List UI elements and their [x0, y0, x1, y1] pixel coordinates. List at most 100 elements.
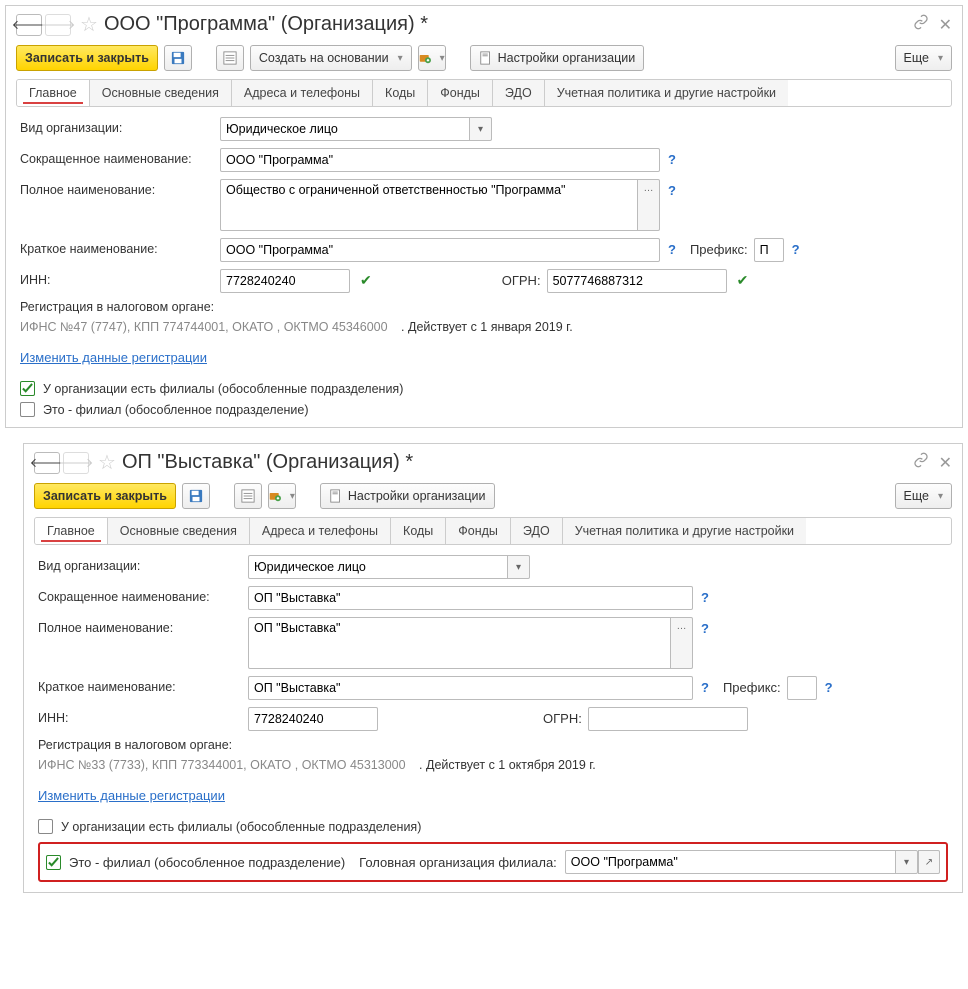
- reg-header: Регистрация в налоговом органе:: [38, 738, 948, 752]
- help-icon[interactable]: ?: [701, 617, 709, 636]
- help-icon[interactable]: ?: [792, 238, 800, 257]
- short-name-input[interactable]: [248, 586, 693, 610]
- is-branch-checkbox[interactable]: [46, 855, 61, 870]
- reg-body: ИФНС №47 (7747), КПП 774744001, ОКАТО , …: [20, 320, 388, 334]
- brief-name-input[interactable]: [220, 238, 660, 262]
- org-type-label: Вид организации:: [20, 117, 220, 135]
- org-settings-label: Настройки организации: [498, 51, 636, 65]
- more-button[interactable]: Еще: [895, 45, 952, 71]
- close-icon[interactable]: ✕: [939, 453, 952, 473]
- tab-edo[interactable]: ЭДО: [493, 80, 545, 106]
- tab-codes[interactable]: Коды: [373, 80, 428, 106]
- is-branch-checkbox[interactable]: [20, 402, 35, 417]
- help-icon[interactable]: ?: [668, 148, 676, 167]
- parent-org-dropdown[interactable]: ▾: [896, 850, 918, 874]
- forward-button[interactable]: 🡒: [45, 14, 71, 36]
- brief-name-label: Краткое наименование:: [38, 676, 248, 694]
- tab-basic-info[interactable]: Основные сведения: [90, 80, 232, 106]
- tab-funds[interactable]: Фонды: [446, 518, 511, 544]
- inn-label: ИНН:: [20, 269, 220, 287]
- back-button[interactable]: 🡐: [34, 452, 60, 474]
- link-icon[interactable]: [913, 14, 929, 35]
- list-button[interactable]: [216, 45, 244, 71]
- tab-codes[interactable]: Коды: [391, 518, 446, 544]
- save-button[interactable]: [182, 483, 210, 509]
- full-name-expand[interactable]: …: [671, 617, 693, 669]
- has-branches-checkbox[interactable]: [38, 819, 53, 834]
- ogrn-input[interactable]: [547, 269, 727, 293]
- folder-dropdown-button[interactable]: [268, 483, 296, 509]
- full-name-textarea[interactable]: [220, 179, 638, 231]
- favorite-star-icon[interactable]: ☆: [80, 12, 98, 37]
- back-button[interactable]: 🡐: [16, 14, 42, 36]
- org-type-label: Вид организации:: [38, 555, 248, 573]
- tab-main[interactable]: Главное: [17, 80, 90, 106]
- short-name-label: Сокращенное наименование:: [38, 586, 248, 604]
- full-name-label: Полное наименование:: [38, 617, 248, 635]
- ogrn-label: ОГРН:: [543, 707, 582, 726]
- tab-bar: Главное Основные сведения Адреса и телеф…: [16, 79, 952, 107]
- tab-addresses[interactable]: Адреса и телефоны: [232, 80, 373, 106]
- ogrn-label: ОГРН:: [502, 269, 541, 288]
- check-ok-icon: ✔: [360, 269, 372, 289]
- help-icon[interactable]: ?: [668, 179, 676, 198]
- short-name-input[interactable]: [220, 148, 660, 172]
- ogrn-input[interactable]: [588, 707, 748, 731]
- forward-button[interactable]: 🡒: [63, 452, 89, 474]
- prefix-label: Префикс:: [690, 238, 748, 257]
- window-title: ООО "Программа" (Организация) *: [104, 13, 428, 36]
- tab-policy[interactable]: Учетная политика и другие настройки: [563, 518, 806, 544]
- help-icon[interactable]: ?: [701, 586, 709, 605]
- tab-basic-info[interactable]: Основные сведения: [108, 518, 250, 544]
- org-type-dropdown[interactable]: ▾: [508, 555, 530, 579]
- org-type-dropdown[interactable]: ▾: [470, 117, 492, 141]
- tab-main[interactable]: Главное: [35, 518, 108, 544]
- tab-funds[interactable]: Фонды: [428, 80, 493, 106]
- org-type-input[interactable]: [248, 555, 508, 579]
- reg-header: Регистрация в налоговом органе:: [20, 300, 948, 314]
- tab-edo[interactable]: ЭДО: [511, 518, 563, 544]
- org-type-input[interactable]: [220, 117, 470, 141]
- folder-dropdown-button[interactable]: [418, 45, 446, 71]
- save-button[interactable]: [164, 45, 192, 71]
- change-registration-link[interactable]: Изменить данные регистрации: [20, 350, 207, 365]
- parent-org-open[interactable]: ↗: [918, 850, 940, 874]
- link-icon[interactable]: [913, 452, 929, 473]
- prefix-input[interactable]: [787, 676, 817, 700]
- tab-bar: Главное Основные сведения Адреса и телеф…: [34, 517, 952, 545]
- inn-input[interactable]: [248, 707, 378, 731]
- is-branch-label: Это - филиал (обособленное подразделение…: [69, 855, 345, 870]
- has-branches-label: У организации есть филиалы (обособленные…: [61, 820, 421, 834]
- help-icon[interactable]: ?: [825, 676, 833, 695]
- create-based-on-button[interactable]: Создать на основании: [250, 45, 412, 71]
- brief-name-input[interactable]: [248, 676, 693, 700]
- full-name-expand[interactable]: …: [638, 179, 660, 231]
- tab-addresses[interactable]: Адреса и телефоны: [250, 518, 391, 544]
- org-settings-button[interactable]: Настройки организации: [320, 483, 495, 509]
- short-name-label: Сокращенное наименование:: [20, 148, 220, 166]
- close-icon[interactable]: ✕: [939, 15, 952, 35]
- org-settings-button[interactable]: Настройки организации: [470, 45, 645, 71]
- full-name-textarea[interactable]: [248, 617, 671, 669]
- list-button[interactable]: [234, 483, 262, 509]
- is-branch-label: Это - филиал (обособленное подразделение…: [43, 403, 309, 417]
- help-icon[interactable]: ?: [701, 676, 709, 695]
- save-close-button[interactable]: Записать и закрыть: [34, 483, 176, 509]
- check-ok-icon: ✔: [737, 269, 749, 289]
- prefix-input[interactable]: [754, 238, 784, 262]
- window-org-vystavka: 🡐 🡒 ☆ ОП "Выставка" (Организация) * ✕ За…: [23, 443, 963, 893]
- help-icon[interactable]: ?: [668, 238, 676, 257]
- change-registration-link[interactable]: Изменить данные регистрации: [38, 788, 225, 803]
- inn-input[interactable]: [220, 269, 350, 293]
- reg-body: ИФНС №33 (7733), КПП 773344001, ОКАТО , …: [38, 758, 406, 772]
- parent-org-input[interactable]: [565, 850, 896, 874]
- favorite-star-icon[interactable]: ☆: [98, 450, 116, 475]
- has-branches-label: У организации есть филиалы (обособленные…: [43, 382, 403, 396]
- save-close-button[interactable]: Записать и закрыть: [16, 45, 158, 71]
- window-title: ОП "Выставка" (Организация) *: [122, 451, 413, 474]
- org-settings-label: Настройки организации: [348, 489, 486, 503]
- has-branches-checkbox[interactable]: [20, 381, 35, 396]
- tab-policy[interactable]: Учетная политика и другие настройки: [545, 80, 788, 106]
- parent-org-label: Головная организация филиала:: [359, 855, 557, 870]
- more-button[interactable]: Еще: [895, 483, 952, 509]
